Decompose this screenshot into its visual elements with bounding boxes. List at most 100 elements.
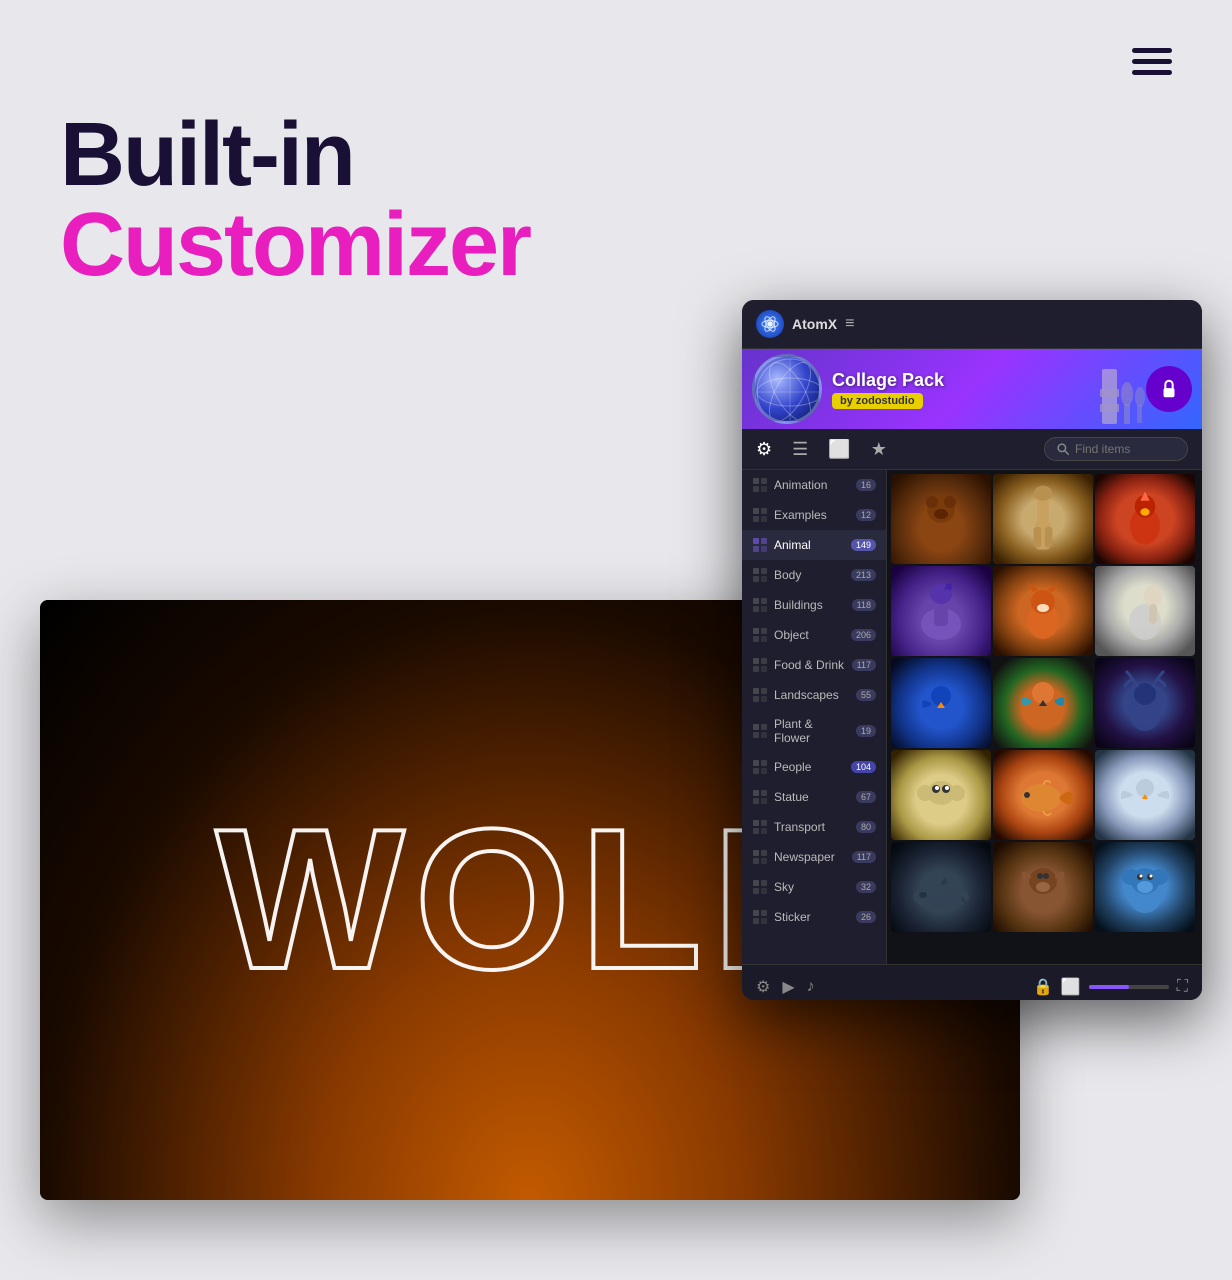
rooster-shape xyxy=(1115,484,1175,554)
sidebar-item-plant-flower[interactable]: Plant & Flower 19 xyxy=(742,710,886,752)
sidebar-category-label: Body xyxy=(774,568,801,582)
panel-menu-icon[interactable]: ≡ xyxy=(845,315,854,333)
bottom-expand-icon[interactable]: ⛶ xyxy=(1177,978,1188,996)
sidebar-category-count: 32 xyxy=(856,881,876,893)
bottom-slider-fill xyxy=(1089,985,1129,989)
bottom-slider[interactable] xyxy=(1089,985,1169,989)
bottom-lock-icon[interactable]: 🔒 xyxy=(1033,977,1053,997)
panel-banner: Collage Pack by zodostudio xyxy=(742,349,1202,429)
sidebar-item-transport[interactable]: Transport 80 xyxy=(742,812,886,842)
search-input[interactable] xyxy=(1075,442,1175,456)
sidebar-category-label: Landscapes xyxy=(774,688,839,702)
grid-row-2 xyxy=(891,566,1198,656)
bottom-music-icon[interactable]: ♪ xyxy=(807,978,815,996)
sidebar-item-body[interactable]: Body 213 xyxy=(742,560,886,590)
toolbar-list-icon[interactable]: ☰ xyxy=(792,439,808,460)
atomx-panel: AtomX ≡ Collage Pack by zodostudio xyxy=(742,300,1202,1000)
atomx-logo-icon xyxy=(761,315,779,333)
category-icon xyxy=(752,657,768,673)
category-icon xyxy=(752,597,768,613)
hamburger-line-1 xyxy=(1132,48,1172,53)
sidebar-item-animation[interactable]: Animation 16 xyxy=(742,470,886,500)
grid-cell-bear[interactable] xyxy=(891,474,991,564)
bull-shape xyxy=(1011,855,1076,920)
sidebar-category-count: 213 xyxy=(851,569,876,581)
sidebar-category-count: 26 xyxy=(856,911,876,923)
grid-cell-white-bird[interactable] xyxy=(1095,750,1195,840)
grid-cell-horse[interactable] xyxy=(891,566,991,656)
sidebar-category-label: Buildings xyxy=(774,598,823,612)
ostrich-shape xyxy=(1115,574,1175,649)
atomx-logo xyxy=(756,310,784,338)
category-icon xyxy=(752,723,768,739)
hamburger-menu[interactable] xyxy=(1132,48,1172,75)
sidebar-item-people[interactable]: People 104 xyxy=(742,752,886,782)
grid-cell-koala[interactable] xyxy=(1095,842,1195,932)
sidebar-category-count: 55 xyxy=(856,689,876,701)
headline: Built-in Customizer xyxy=(60,110,530,290)
koala-shape xyxy=(1113,855,1178,920)
sidebar-category-count: 19 xyxy=(856,725,876,737)
category-icon xyxy=(752,507,768,523)
toolbar-star-icon[interactable]: ★ xyxy=(871,439,887,460)
grid-row-1 xyxy=(891,474,1198,564)
grid-cell-ostrich[interactable] xyxy=(1095,566,1195,656)
sidebar-item-sticker[interactable]: Sticker 26 xyxy=(742,902,886,932)
category-icon xyxy=(752,537,768,553)
toolbar-sliders-icon[interactable]: ⚙ xyxy=(756,439,772,460)
sidebar-item-newspaper[interactable]: Newspaper 117 xyxy=(742,842,886,872)
grid-row-4 xyxy=(891,750,1198,840)
hamburger-line-2 xyxy=(1132,59,1172,64)
category-icon xyxy=(752,879,768,895)
sidebar-category-label: Newspaper xyxy=(774,850,835,864)
sidebar-item-buildings[interactable]: Buildings 118 xyxy=(742,590,886,620)
sidebar-item-sky[interactable]: Sky 32 xyxy=(742,872,886,902)
grid-cell-fox[interactable] xyxy=(993,566,1093,656)
sidebar-item-examples[interactable]: Examples 12 xyxy=(742,500,886,530)
bottom-resize-icon[interactable]: ⬜ xyxy=(1061,977,1081,997)
bottom-settings-icon[interactable]: ⚙ xyxy=(756,977,770,997)
grid-cell-bull[interactable] xyxy=(993,842,1093,932)
grid-cell-goldfish[interactable] xyxy=(993,750,1093,840)
sidebar-category-count: 104 xyxy=(851,761,876,773)
panel-grid xyxy=(887,470,1202,964)
blue-bird-shape xyxy=(911,668,971,738)
category-icon xyxy=(752,759,768,775)
sidebar-category-label: Examples xyxy=(774,508,827,522)
banner-subtitle: by zodostudio xyxy=(832,393,923,409)
giraffe-shape xyxy=(1013,482,1073,557)
sidebar-category-label: Object xyxy=(774,628,809,642)
grid-cell-bird-blue[interactable] xyxy=(891,658,991,748)
grid-cell-parrot[interactable] xyxy=(993,658,1093,748)
panel-body: Animation 16 Examples 12 Animal 149 xyxy=(742,470,1202,964)
sidebar-category-label: People xyxy=(774,760,811,774)
grid-cell-frog[interactable] xyxy=(891,750,991,840)
panel-sidebar: Animation 16 Examples 12 Animal 149 xyxy=(742,470,887,964)
grid-cell-deer[interactable] xyxy=(1095,658,1195,748)
banner-cart-button[interactable] xyxy=(1146,366,1192,412)
sidebar-category-label: Sky xyxy=(774,880,794,894)
grid-cell-shark[interactable] xyxy=(891,842,991,932)
sidebar-item-landscapes[interactable]: Landscapes 55 xyxy=(742,680,886,710)
bottom-slider-area: 🔒 ⬜ ⛶ xyxy=(1033,977,1188,997)
white-bird-shape xyxy=(1115,763,1175,828)
headline-line1: Built-in xyxy=(60,110,530,200)
sidebar-item-statue[interactable]: Statue 67 xyxy=(742,782,886,812)
sidebar-category-label: Sticker xyxy=(774,910,811,924)
sidebar-item-food-drink[interactable]: Food & Drink 117 xyxy=(742,650,886,680)
grid-cell-giraffe[interactable] xyxy=(993,474,1093,564)
goldfish-shape xyxy=(1011,763,1076,828)
shark-shape xyxy=(906,857,976,917)
category-icon xyxy=(752,477,768,493)
bottom-play-icon[interactable]: ▶ xyxy=(782,977,794,997)
toolbar-export-icon[interactable]: ⬜ xyxy=(828,439,850,460)
sidebar-item-object[interactable]: Object 206 xyxy=(742,620,886,650)
grid-row-3 xyxy=(891,658,1198,748)
sidebar-category-count: 67 xyxy=(856,791,876,803)
grid-cell-rooster[interactable] xyxy=(1095,474,1195,564)
sidebar-category-label: Statue xyxy=(774,790,809,804)
globe-decoration xyxy=(755,357,822,424)
panel-header: AtomX ≡ xyxy=(742,300,1202,349)
category-icon xyxy=(752,909,768,925)
sidebar-item-animal[interactable]: Animal 149 xyxy=(742,530,886,560)
